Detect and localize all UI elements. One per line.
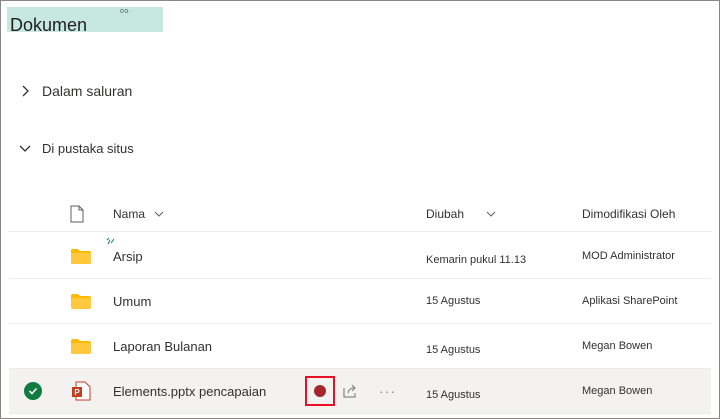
modified-by: Aplikasi SharePoint	[582, 295, 678, 307]
section-label: Di pustaka situs	[42, 140, 134, 156]
folder-icon	[71, 248, 91, 264]
pin-icon	[314, 385, 326, 397]
modified-date: 15 Agustus	[426, 389, 481, 401]
section-in-channel[interactable]: Dalam saluran	[17, 83, 132, 99]
column-header-modified[interactable]: Diubah	[426, 197, 496, 231]
modified-date: 15 Agustus	[426, 344, 481, 356]
table-row[interactable]: Arsip Kemarin pukul 11.13 MOD Administra…	[9, 234, 711, 279]
section-label: Dalam saluran	[42, 83, 133, 99]
file-type-cell	[71, 279, 91, 323]
section-site-library[interactable]: Di pustaka situs	[17, 140, 134, 156]
column-modified-label: Diubah	[426, 207, 465, 221]
file-type-header[interactable]	[69, 197, 85, 231]
chevron-right-icon	[22, 85, 29, 97]
column-header-modified-by[interactable]: Dimodifikasi Oleh	[582, 197, 675, 231]
file-name[interactable]: Umum	[113, 279, 151, 323]
chevron-down-icon	[486, 211, 496, 217]
file-type-cell	[71, 234, 91, 278]
file-type-cell	[71, 324, 91, 368]
row-actions: ···	[305, 369, 396, 413]
chevron-down-icon	[19, 145, 31, 152]
document-icon	[70, 205, 84, 223]
modified-date: 15 Agustus	[426, 295, 481, 307]
checkmark-icon[interactable]	[24, 382, 42, 400]
modified-by: MOD Administrator	[582, 250, 675, 262]
column-name-label: Nama	[113, 207, 146, 221]
powerpoint-icon: P	[72, 381, 91, 401]
table-row[interactable]: Umum 15 Agustus Aplikasi SharePoint	[9, 279, 711, 324]
column-modified-by-label: Dimodifikasi Oleh	[582, 207, 676, 221]
svg-text:P: P	[74, 388, 80, 397]
check-glyph-icon	[28, 387, 38, 395]
modified-by: Megan Bowen	[582, 385, 653, 397]
table-row[interactable]: Laporan Bulanan 15 Agustus Megan Bowen	[9, 324, 711, 369]
library-title[interactable]: Dokumen	[10, 15, 87, 36]
table-header: Nama Diubah Dimodifikasi Oleh	[9, 197, 711, 232]
chevron-down-icon	[154, 211, 164, 217]
share-icon[interactable]	[341, 382, 359, 400]
modified-by: Megan Bowen	[582, 340, 653, 352]
folder-icon	[71, 293, 91, 309]
table-row-selected[interactable]: P Elements.pptx pencapaian ··· 15 Agustu…	[9, 369, 711, 414]
document-library-panel: Dokumen oo· Dalam saluran Di pustaka sit…	[0, 0, 720, 419]
row-select-cell[interactable]	[24, 369, 42, 413]
file-name[interactable]: Arsip	[113, 234, 143, 278]
title-tag: oo·	[120, 8, 132, 15]
file-name[interactable]: Elements.pptx pencapaian	[113, 369, 266, 413]
folder-icon	[71, 338, 91, 354]
pin-button[interactable]	[305, 376, 335, 406]
file-name[interactable]: Laporan Bulanan	[113, 324, 212, 368]
modified-date: Kemarin pukul 11.13	[426, 254, 527, 266]
more-options-icon[interactable]: ···	[379, 383, 396, 399]
file-type-cell: P	[71, 369, 91, 413]
column-header-name[interactable]: Nama	[113, 197, 164, 231]
